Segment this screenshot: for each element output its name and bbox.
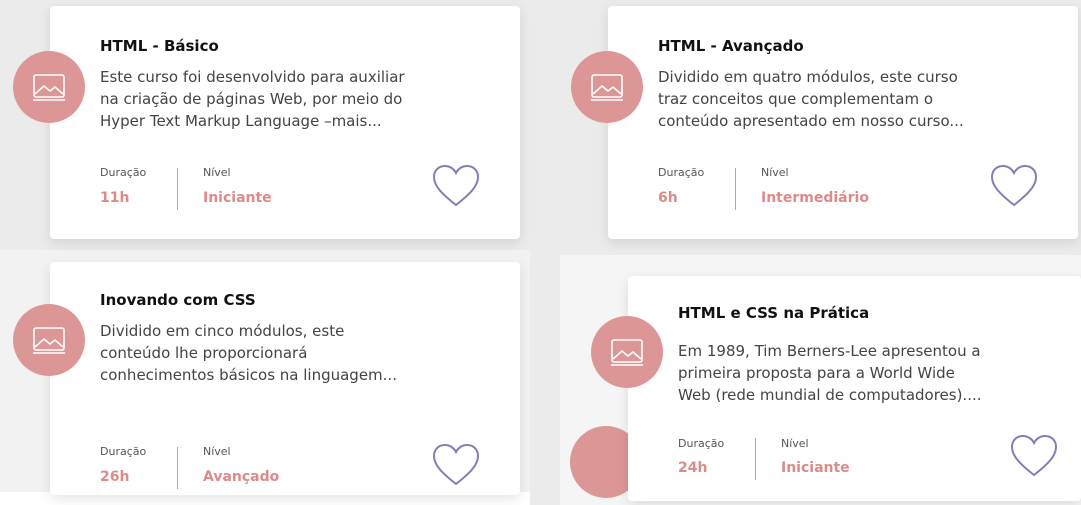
favorite-heart-icon[interactable] (990, 164, 1038, 208)
image-placeholder-icon (591, 74, 623, 101)
course-description: Dividido em quatro módulos, este curso t… (658, 66, 1058, 132)
level-value: Intermediário (761, 190, 869, 206)
duration-label: Duração (678, 437, 725, 450)
description-line: conteúdo lhe proporcionará (100, 344, 308, 362)
description-line: Hyper Text Markup Language –mais... (100, 112, 382, 130)
description-line: primeira proposta para a World Wide (678, 364, 955, 382)
description-line: traz conceitos que complementam o (658, 90, 934, 108)
course-title[interactable]: Inovando com CSS (100, 291, 256, 309)
description-line: Dividido em cinco módulos, este (100, 322, 345, 340)
duration-label: Duração (658, 166, 705, 179)
course-title[interactable]: HTML e CSS na Prática (678, 304, 869, 322)
favorite-heart-icon[interactable] (432, 164, 480, 208)
course-title[interactable]: HTML - Avançado (658, 37, 804, 55)
level-value: Avançado (203, 469, 280, 485)
description-line: na criação de páginas Web, por meio do (100, 90, 403, 108)
description-line: conhecimentos básicos na linguagem... (100, 366, 397, 384)
favorite-heart-icon[interactable] (1010, 434, 1058, 478)
course-collage: HTML - Básico Este curso foi desenvolvid… (0, 0, 1081, 505)
duration-label: Duração (100, 445, 147, 458)
duration-value: 6h (658, 190, 678, 206)
course-thumbnail (591, 316, 663, 388)
level-label: Nível (761, 166, 789, 179)
duration-label: Duração (100, 166, 147, 179)
course-card[interactable]: HTML - Avançado Dividido em quatro módul… (571, 6, 1078, 239)
level-value: Iniciante (781, 460, 850, 476)
favorite-heart-icon[interactable] (432, 443, 480, 487)
course-card[interactable]: Inovando com CSS Dividido em cinco módul… (13, 262, 520, 495)
description-line: Este curso foi desenvolvido para auxilia… (100, 68, 405, 86)
description-line: conteúdo apresentado em nosso curso... (658, 112, 964, 130)
level-value: Iniciante (203, 190, 272, 206)
course-thumbnail (571, 51, 643, 123)
duration-value: 24h (678, 460, 708, 476)
meta-divider (735, 168, 736, 210)
description-line: Em 1989, Tim Berners-Lee apresentou a (678, 342, 981, 360)
course-card[interactable]: HTML e CSS na Prática Em 1989, Tim Berne… (591, 276, 1081, 501)
image-placeholder-icon (33, 327, 65, 354)
level-label: Nível (203, 445, 231, 458)
meta-divider (755, 438, 756, 480)
course-description: Em 1989, Tim Berners-Lee apresentou a pr… (678, 340, 1078, 406)
course-thumbnail (13, 51, 85, 123)
course-description: Este curso foi desenvolvido para auxilia… (100, 66, 500, 132)
image-placeholder-icon (33, 74, 65, 101)
description-line: Web (rede mundial de computadores).... (678, 386, 982, 404)
course-title[interactable]: HTML - Básico (100, 37, 219, 55)
course-thumbnail (13, 304, 85, 376)
level-label: Nível (781, 437, 809, 450)
meta-divider (177, 447, 178, 489)
course-description: Dividido em cinco módulos, este conteúdo… (100, 320, 500, 386)
duration-value: 11h (100, 190, 130, 206)
level-label: Nível (203, 166, 231, 179)
meta-divider (177, 168, 178, 210)
course-card[interactable]: HTML - Básico Este curso foi desenvolvid… (13, 6, 520, 239)
image-placeholder-icon (611, 339, 643, 366)
description-line: Dividido em quatro módulos, este curso (658, 68, 958, 86)
duration-value: 26h (100, 469, 130, 485)
